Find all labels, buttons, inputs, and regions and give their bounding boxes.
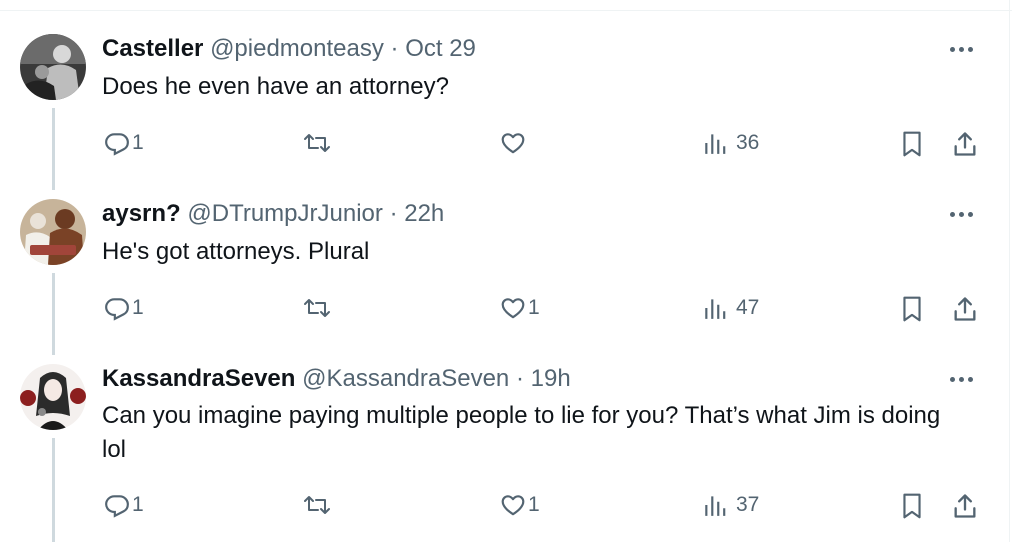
retweet-icon	[304, 496, 330, 514]
separator: ·	[390, 35, 399, 62]
share-button[interactable]	[951, 492, 979, 520]
retweet-button[interactable]	[303, 492, 333, 518]
reply-icon	[105, 298, 129, 321]
more-icon[interactable]	[950, 37, 980, 61]
views-button[interactable]: 36	[702, 130, 759, 156]
reply-button[interactable]: 1	[104, 492, 144, 518]
more-icon[interactable]	[950, 202, 980, 226]
bookmark-icon	[903, 493, 921, 519]
top-divider	[0, 10, 1012, 11]
timestamp[interactable]: 22h	[404, 200, 444, 227]
like-button[interactable]: 1	[500, 492, 540, 518]
views-icon	[705, 496, 726, 516]
like-count: 1	[528, 296, 540, 319]
tweet-header: KassandraSeven @KassandraSeven · 19h	[102, 364, 571, 394]
view-count: 37	[736, 493, 760, 516]
bookmark-icon	[903, 296, 921, 322]
reply-icon	[105, 495, 129, 518]
user-handle[interactable]: @piedmonteasy	[210, 35, 384, 62]
like-icon	[501, 298, 525, 319]
separator: ·	[515, 365, 524, 392]
like-count: 1	[528, 493, 540, 516]
retweet-icon	[304, 134, 330, 152]
view-count: 47	[736, 296, 760, 319]
tweet[interactable]: aysrn? @DTrumpJrJunior · 22h He's got at…	[0, 199, 1010, 339]
user-handle[interactable]: @DTrumpJrJunior	[187, 200, 383, 227]
reply-count: 1	[132, 493, 144, 516]
reply-count: 1	[132, 296, 144, 319]
views-button[interactable]: 37	[702, 492, 759, 518]
retweet-button[interactable]	[303, 130, 333, 156]
tweet-text: He's got attorneys. Plural	[102, 238, 370, 265]
like-icon	[501, 133, 525, 154]
bookmark-button[interactable]	[899, 130, 925, 158]
share-icon	[954, 297, 976, 321]
timestamp[interactable]: Oct 29	[405, 35, 476, 62]
tweet-header: aysrn? @DTrumpJrJunior · 22h	[102, 199, 444, 229]
like-button[interactable]	[500, 130, 528, 156]
bookmark-icon	[903, 131, 921, 157]
tweet[interactable]: Casteller @piedmonteasy · Oct 29 Does he…	[0, 34, 1010, 174]
bookmark-button[interactable]	[899, 492, 925, 520]
avatar[interactable]	[20, 199, 86, 265]
views-button[interactable]: 47	[702, 295, 759, 321]
reply-count: 1	[132, 131, 144, 154]
tweet[interactable]: KassandraSeven @KassandraSeven · 19h Can…	[0, 364, 1010, 542]
display-name[interactable]: KassandraSeven	[102, 365, 295, 392]
tweet-text: Can you imagine paying multiple people t…	[102, 402, 941, 463]
reply-button[interactable]: 1	[104, 295, 144, 321]
share-icon	[954, 494, 976, 518]
share-button[interactable]	[951, 130, 979, 158]
more-icon[interactable]	[950, 367, 980, 391]
avatar[interactable]	[20, 34, 86, 100]
view-count: 36	[736, 131, 760, 154]
tweet-header: Casteller @piedmonteasy · Oct 29	[102, 34, 476, 64]
share-button[interactable]	[951, 295, 979, 323]
share-icon	[954, 132, 976, 156]
timestamp[interactable]: 19h	[531, 365, 571, 392]
reply-button[interactable]: 1	[104, 130, 144, 156]
views-icon	[705, 299, 726, 319]
display-name[interactable]: Casteller	[102, 35, 203, 62]
avatar[interactable]	[20, 364, 86, 430]
display-name[interactable]: aysrn?	[102, 200, 181, 227]
retweet-icon	[304, 299, 330, 317]
like-icon	[501, 495, 525, 516]
bookmark-button[interactable]	[899, 295, 925, 323]
reply-icon	[105, 133, 129, 156]
user-handle[interactable]: @KassandraSeven	[302, 365, 509, 392]
like-button[interactable]: 1	[500, 295, 540, 321]
views-icon	[705, 134, 726, 154]
separator: ·	[389, 200, 398, 227]
retweet-button[interactable]	[303, 295, 333, 321]
tweet-text: Does he even have an attorney?	[102, 73, 449, 100]
